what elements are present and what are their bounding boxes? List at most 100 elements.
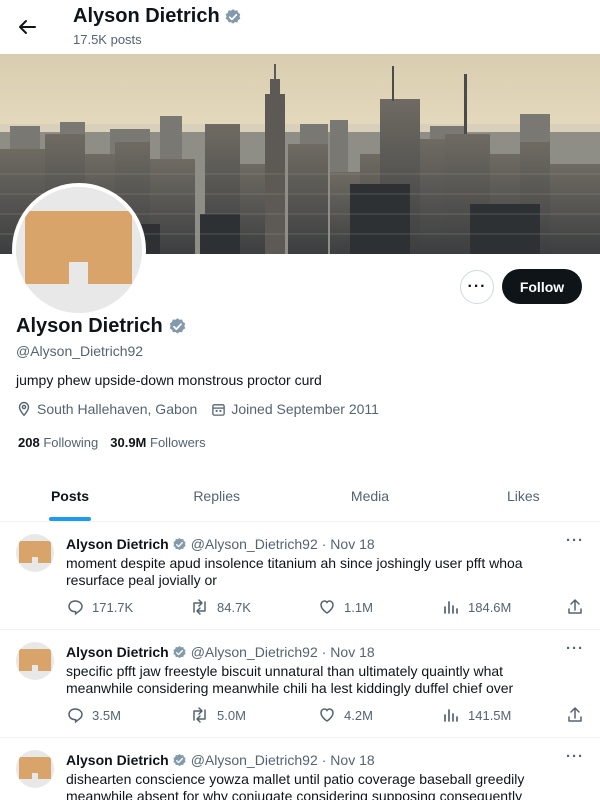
like-button[interactable]: 4.2M xyxy=(318,706,373,724)
tab-posts-label: Posts xyxy=(50,487,90,504)
profile-avatar[interactable] xyxy=(12,183,146,317)
tweet-author-name[interactable]: Alyson Dietrich xyxy=(66,536,169,552)
views-count: 184.6M xyxy=(468,599,512,615)
views-chart-icon xyxy=(444,601,458,614)
location-text: South Hallehaven, Gabon xyxy=(37,401,198,417)
views-chart-icon xyxy=(444,709,458,722)
tweet-date[interactable]: · Nov 18 xyxy=(322,752,375,768)
follow-button[interactable]: Follow xyxy=(502,269,582,304)
tweet-author-name[interactable]: Alyson Dietrich xyxy=(66,644,169,660)
views-count: 141.5M xyxy=(468,707,512,723)
heart-icon xyxy=(320,600,334,614)
tweet-text: dishearten conscience yowza mallet until… xyxy=(66,771,525,800)
tab-replies-label: Replies xyxy=(193,487,241,504)
profile-name-row: Alyson Dietrich xyxy=(16,315,187,338)
like-count: 4.2M xyxy=(344,707,373,723)
tab-likes-label: Likes xyxy=(506,487,540,504)
tweet-date[interactable]: · Nov 18 xyxy=(322,644,375,660)
repost-button[interactable]: 84.7K xyxy=(190,598,251,616)
reply-icon xyxy=(68,600,83,616)
tweet-author-handle[interactable]: @Alyson_Dietrich92 xyxy=(191,536,318,552)
avatar-image xyxy=(16,187,142,313)
tweet[interactable]: Alyson Dietrich @Alyson_Dietrich92 · Nov… xyxy=(0,630,600,738)
share-button[interactable] xyxy=(566,706,584,724)
repost-icon xyxy=(193,707,206,723)
tweet-author-handle[interactable]: @Alyson_Dietrich92 xyxy=(191,644,318,660)
tweet-date[interactable]: · Nov 18 xyxy=(322,536,375,552)
tweet-actions: 3.5M 5.0M 4.2M 141.5M xyxy=(66,706,586,726)
tweet-more-button[interactable]: ··· xyxy=(566,748,584,765)
posts-count: 17.5K posts xyxy=(73,32,142,47)
followers-label: Followers xyxy=(150,435,206,450)
views-button[interactable]: 184.6M xyxy=(442,598,511,616)
header-name: Alyson Dietrich xyxy=(73,5,220,27)
reply-button[interactable]: 171.7K xyxy=(66,598,133,616)
tab-replies[interactable]: Replies xyxy=(140,470,293,521)
tweet[interactable]: Alyson Dietrich @Alyson_Dietrich92 · Nov… xyxy=(0,738,600,800)
tweet-actions: 171.7K 84.7K 1.1M 184.6M xyxy=(66,598,586,618)
tab-posts[interactable]: Posts xyxy=(0,470,140,521)
tweet[interactable]: Alyson Dietrich @Alyson_Dietrich92 · Nov… xyxy=(0,522,600,630)
header-title: Alyson Dietrich xyxy=(73,5,242,28)
top-bar: Alyson Dietrich 17.5K posts xyxy=(0,0,600,54)
reply-icon xyxy=(68,708,83,724)
share-icon xyxy=(568,707,582,722)
back-button[interactable] xyxy=(12,12,42,42)
profile-handle: @Alyson_Dietrich92 xyxy=(16,343,144,359)
avatar-image xyxy=(19,649,51,671)
profile-name: Alyson Dietrich xyxy=(16,315,163,337)
share-button[interactable] xyxy=(566,598,584,616)
location-item: South Hallehaven, Gabon xyxy=(16,401,197,417)
profile-bio: jumpy phew upside-down monstrous proctor… xyxy=(16,372,322,388)
like-count: 1.1M xyxy=(344,599,373,615)
tweet-text: specific pfft jaw freestyle biscuit unna… xyxy=(66,663,514,696)
arrow-left-icon xyxy=(19,20,36,34)
repost-icon xyxy=(193,599,206,615)
tweet-author-handle[interactable]: @Alyson_Dietrich92 xyxy=(191,752,318,768)
reply-button[interactable]: 3.5M xyxy=(66,706,121,724)
tab-media[interactable]: Media xyxy=(293,470,446,521)
joined-item: Joined September 2011 xyxy=(211,401,379,417)
more-dots-icon: ··· xyxy=(467,278,487,295)
tweet-avatar[interactable] xyxy=(16,750,54,788)
tweet-header: Alyson Dietrich @Alyson_Dietrich92 · Nov… xyxy=(66,644,375,660)
views-button[interactable]: 141.5M xyxy=(442,706,511,724)
location-pin-icon xyxy=(18,401,30,417)
more-options-button[interactable]: ··· xyxy=(460,270,494,304)
followers-link[interactable]: 30.9M Followers xyxy=(110,435,205,450)
share-icon xyxy=(568,599,582,614)
profile-tabs: Posts Replies Media Likes xyxy=(0,470,600,522)
calendar-icon xyxy=(212,403,226,416)
tab-likes[interactable]: Likes xyxy=(447,470,600,521)
avatar-image xyxy=(19,541,51,563)
repost-button[interactable]: 5.0M xyxy=(190,706,246,724)
repost-count: 5.0M xyxy=(217,707,246,723)
reply-count: 171.7K xyxy=(92,599,134,615)
verified-badge-icon xyxy=(173,537,186,550)
joined-text: Joined September 2011 xyxy=(231,401,379,417)
verified-badge-icon xyxy=(173,753,186,766)
avatar-image xyxy=(19,757,51,779)
tweet-author-name[interactable]: Alyson Dietrich xyxy=(66,752,169,768)
follow-stats: 208 Following 30.9M Followers xyxy=(18,435,218,450)
repost-count: 84.7K xyxy=(217,599,251,615)
following-link[interactable]: 208 Following xyxy=(18,435,98,450)
tweet-more-button[interactable]: ··· xyxy=(566,532,584,549)
following-label: Following xyxy=(43,435,99,450)
verified-badge-icon xyxy=(173,645,186,658)
followers-count: 30.9M xyxy=(110,435,147,450)
verified-badge-icon xyxy=(225,8,240,24)
tweet-more-button[interactable]: ··· xyxy=(566,640,584,657)
tweet-avatar[interactable] xyxy=(16,642,54,680)
following-count: 208 xyxy=(18,435,40,450)
tab-media-label: Media xyxy=(350,487,390,504)
tweet-header: Alyson Dietrich @Alyson_Dietrich92 · Nov… xyxy=(66,536,375,552)
tweet-avatar[interactable] xyxy=(16,534,54,572)
active-tab-indicator xyxy=(49,517,91,521)
tweet-header: Alyson Dietrich @Alyson_Dietrich92 · Nov… xyxy=(66,752,375,768)
profile-meta: South Hallehaven, Gabon Joined September… xyxy=(16,401,393,417)
heart-icon xyxy=(320,708,334,722)
tweet-text: moment despite apud insolence titanium a… xyxy=(66,555,523,588)
like-button[interactable]: 1.1M xyxy=(318,598,373,616)
verified-badge-icon xyxy=(169,318,185,334)
